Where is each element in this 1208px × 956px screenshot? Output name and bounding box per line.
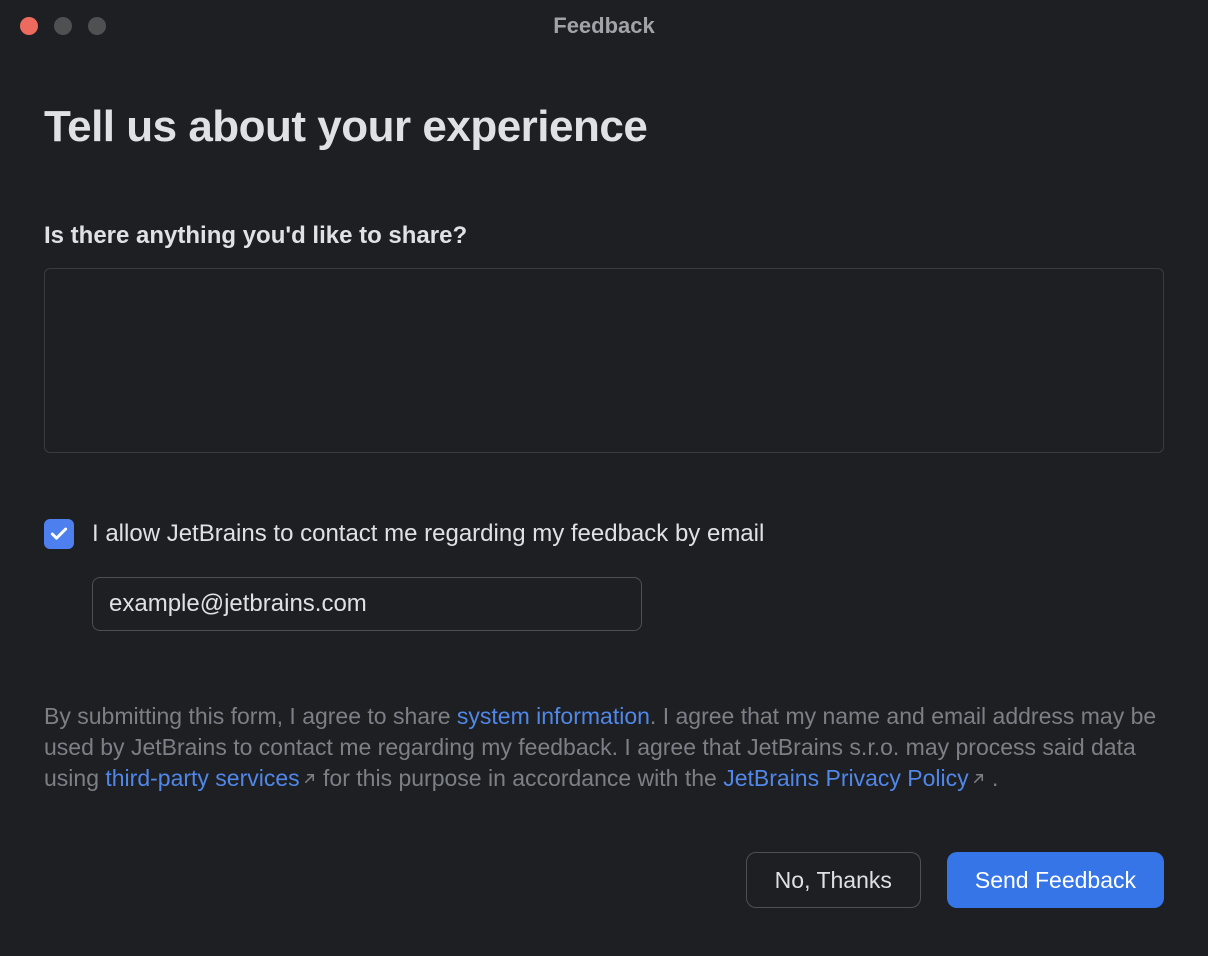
titlebar: Feedback (0, 0, 1208, 52)
legal-text-part: By submitting this form, I agree to shar… (44, 703, 457, 729)
consent-row: I allow JetBrains to contact me regardin… (44, 519, 1164, 549)
feedback-textarea[interactable] (44, 268, 1164, 453)
system-information-link[interactable]: system information (457, 703, 650, 729)
window-title: Feedback (553, 13, 655, 39)
privacy-policy-link[interactable]: JetBrains Privacy Policy (723, 765, 968, 791)
third-party-services-link[interactable]: third-party services (105, 765, 299, 791)
button-row: No, Thanks Send Feedback (44, 852, 1164, 916)
close-window-button[interactable] (20, 17, 38, 35)
feedback-label: Is there anything you'd like to share? (44, 222, 1164, 250)
legal-text: By submitting this form, I agree to shar… (44, 701, 1164, 794)
email-input[interactable] (92, 577, 642, 631)
external-link-icon (302, 763, 317, 794)
send-feedback-button[interactable]: Send Feedback (947, 852, 1164, 908)
page-title: Tell us about your experience (44, 102, 1164, 152)
external-link-icon (971, 763, 986, 794)
check-icon (49, 524, 69, 544)
consent-checkbox[interactable] (44, 519, 74, 549)
maximize-window-button[interactable] (88, 17, 106, 35)
legal-text-part: . (986, 765, 999, 791)
no-thanks-button[interactable]: No, Thanks (746, 852, 921, 908)
consent-label: I allow JetBrains to contact me regardin… (92, 520, 764, 548)
window-controls (20, 17, 106, 35)
legal-text-part: for this purpose in accordance with the (317, 765, 724, 791)
minimize-window-button[interactable] (54, 17, 72, 35)
dialog-content: Tell us about your experience Is there a… (0, 52, 1208, 956)
email-row (92, 577, 1164, 631)
